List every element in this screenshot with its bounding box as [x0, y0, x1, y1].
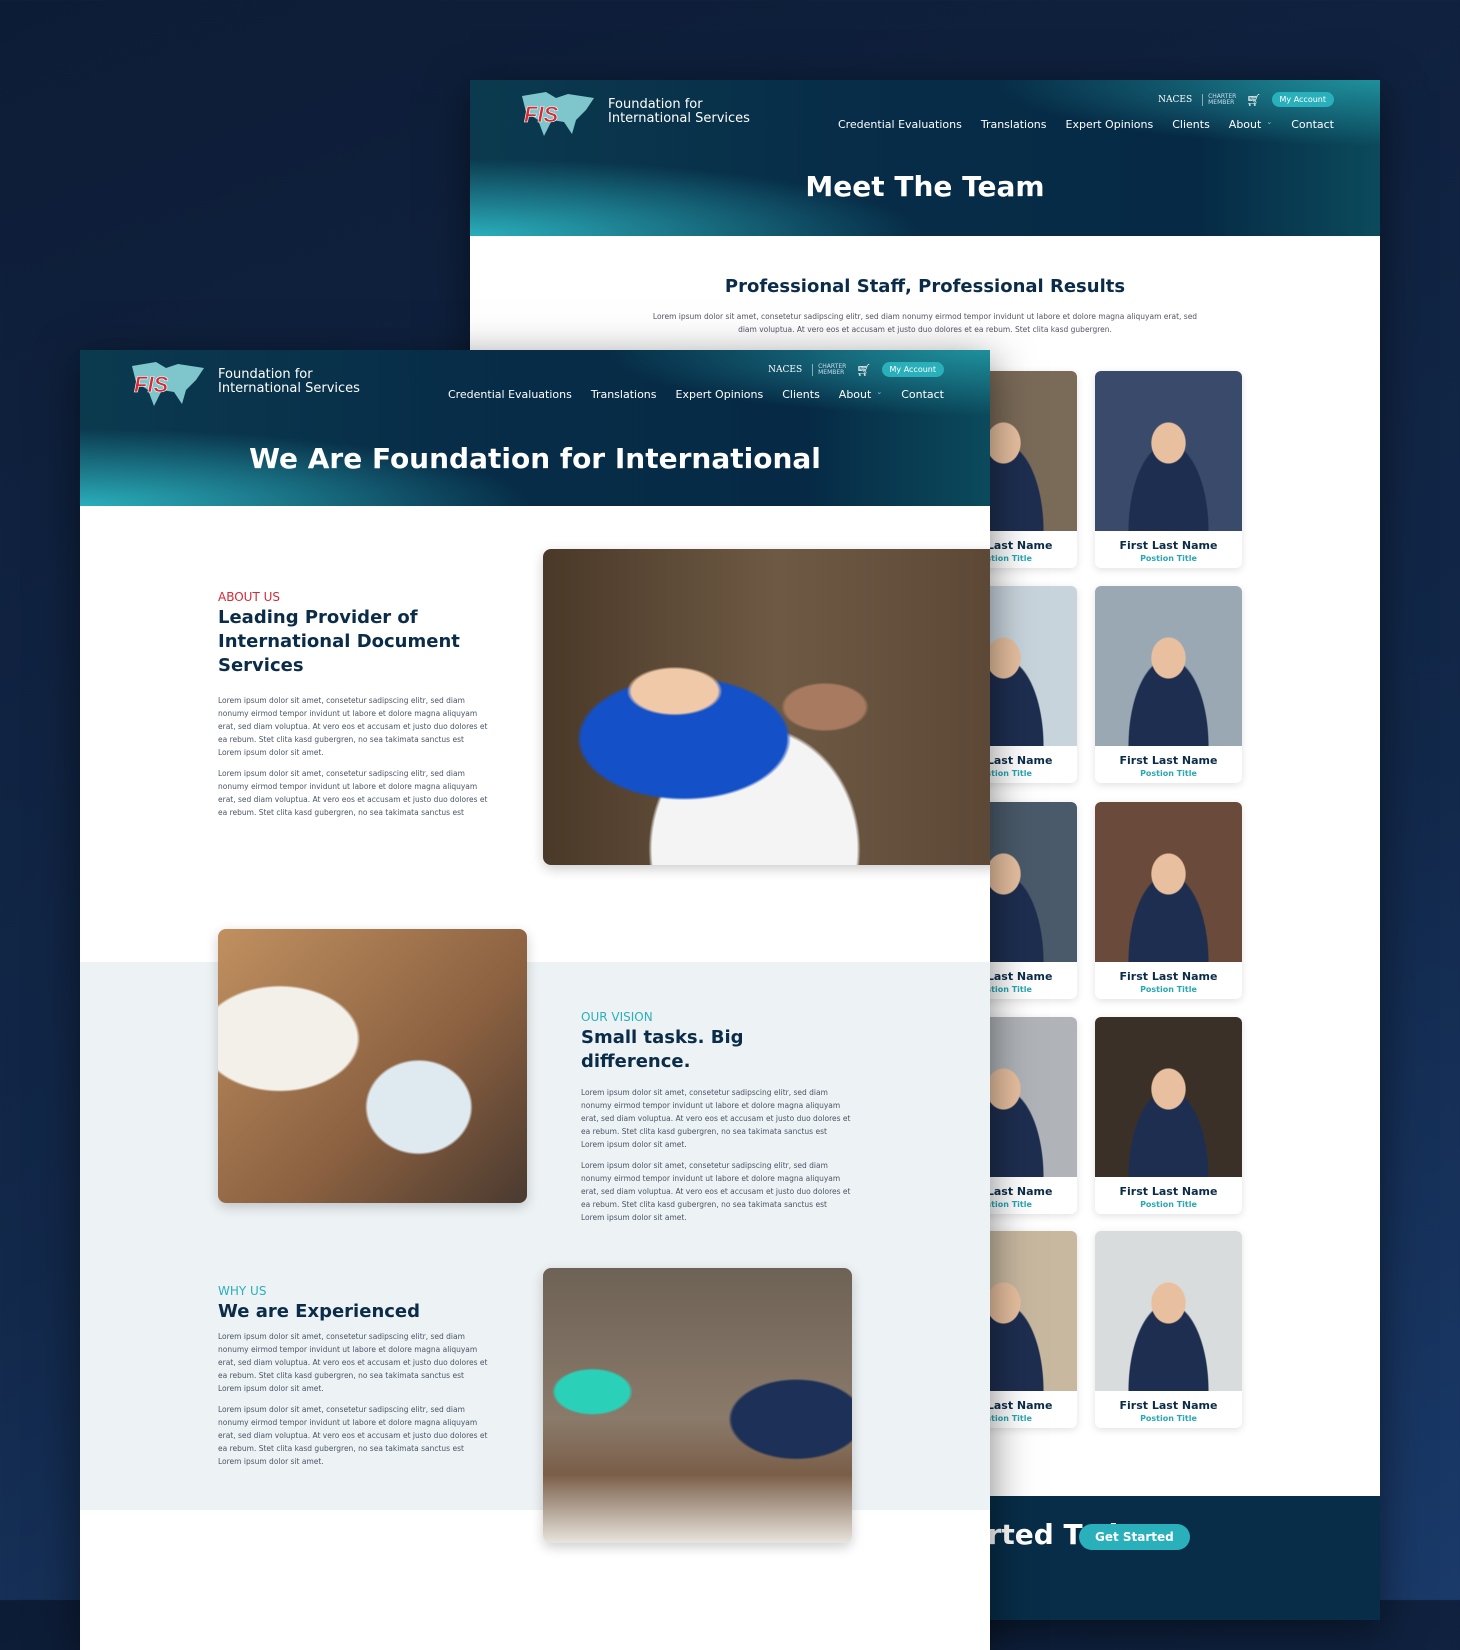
member-title: Postion Title — [1140, 985, 1197, 994]
charter-member-badge: CHARTER MEMBER — [812, 363, 846, 376]
chevron-down-icon: ⌄ — [876, 388, 883, 396]
team-member-card[interactable]: First Last Name Postion Title — [1095, 1231, 1242, 1428]
team-member-card[interactable]: First Last Name Postion Title — [1095, 1017, 1242, 1214]
nav-item[interactable]: Credential Evaluations — [838, 118, 962, 131]
svg-text:FIS: FIS — [134, 372, 169, 397]
naces-logo: NACES — [768, 364, 803, 375]
member-title: Postion Title — [1140, 769, 1197, 778]
nav-item[interactable]: Clients — [1172, 118, 1210, 131]
page-title: We Are Foundation for International — [249, 442, 821, 475]
chevron-down-icon: ⌄ — [1266, 118, 1273, 126]
get-started-button[interactable]: Get Started — [1079, 1524, 1190, 1550]
my-account-button[interactable]: My Account — [881, 362, 944, 377]
nav-item[interactable]: Contact — [1291, 118, 1334, 131]
team-member-card[interactable]: First Last Name Postion Title — [1095, 802, 1242, 999]
header: FIS Foundation for International Services… — [470, 80, 1380, 236]
member-name: First Last Name — [1119, 1185, 1218, 1198]
utility-bar: NACES CHARTER MEMBER 🛒︎ My Account — [1158, 92, 1334, 107]
paragraph: Lorem ipsum dolor sit amet, consetetur s… — [581, 1161, 851, 1222]
page-title: Meet The Team — [805, 170, 1045, 203]
about-page: FIS Foundation for International Services… — [80, 350, 990, 1650]
about-section: ABOUT US Leading Provider of Internation… — [218, 590, 488, 819]
member-name: First Last Name — [1119, 754, 1218, 767]
section-heading: Professional Staff, Professional Results — [724, 276, 1126, 297]
team-member-card[interactable]: First Last Name Postion Title — [1095, 586, 1242, 783]
member-name: First Last Name — [1119, 1399, 1218, 1412]
eyebrow: WHY US — [218, 1284, 267, 1298]
member-photo — [1095, 1231, 1242, 1391]
paragraph: Lorem ipsum dolor sit amet, consetetur s… — [218, 769, 488, 817]
team-member-card[interactable]: First Last Name Postion Title — [1095, 371, 1242, 568]
member-title: Postion Title — [1140, 1200, 1197, 1209]
member-name: First Last Name — [1119, 970, 1218, 983]
naces-logo: NACES — [1158, 94, 1193, 105]
nav-item[interactable]: About — [1229, 118, 1262, 131]
eyebrow: ABOUT US — [218, 590, 281, 604]
section-heading: We are Experienced — [218, 1301, 421, 1322]
main-nav: Credential Evaluations Translations Expert… — [838, 118, 1334, 131]
paragraph: Lorem ipsum dolor sit amet, consetetur s… — [581, 1088, 851, 1149]
member-title: Postion Title — [1140, 554, 1197, 563]
cart-icon[interactable]: 🛒︎ — [1246, 93, 1261, 107]
paragraph: Lorem ipsum dolor sit amet, consetetur s… — [218, 696, 488, 757]
vision-section: OUR VISION Small tasks. Big difference. … — [581, 1010, 851, 1224]
nav-item[interactable]: Translations — [591, 388, 657, 401]
svg-text:FIS: FIS — [524, 102, 559, 127]
cart-icon[interactable]: 🛒︎ — [856, 363, 871, 377]
section-intro: Lorem ipsum dolor sit amet, consetetur s… — [652, 312, 1198, 334]
header: FIS Foundation for International Services… — [80, 350, 990, 506]
member-photo — [1095, 586, 1242, 746]
member-photo — [1095, 1017, 1242, 1177]
utility-bar: NACES CHARTER MEMBER 🛒︎ My Account — [768, 362, 944, 377]
vision-photo — [218, 929, 527, 1203]
vision-band — [80, 962, 990, 1510]
member-name: First Last Name — [1119, 539, 1218, 552]
team-meeting-photo — [543, 1268, 852, 1543]
nav-item[interactable]: Expert Opinions — [676, 388, 764, 401]
nav-item[interactable]: Credential Evaluations — [448, 388, 572, 401]
paragraph: Lorem ipsum dolor sit amet, consetetur s… — [218, 1332, 488, 1393]
nav-item[interactable]: Contact — [901, 388, 944, 401]
member-photo — [1095, 802, 1242, 962]
section-heading: Leading Provider of International Docume… — [218, 607, 460, 676]
brand-name: Foundation for International Services — [608, 97, 750, 126]
nav-item[interactable]: Expert Opinions — [1066, 118, 1154, 131]
paragraph: Lorem ipsum dolor sit amet, consetetur s… — [218, 1405, 488, 1466]
fis-logo[interactable]: FIS — [126, 360, 208, 408]
about-photo — [543, 549, 990, 865]
my-account-button[interactable]: My Account — [1271, 92, 1334, 107]
charter-member-badge: CHARTER MEMBER — [1202, 93, 1236, 106]
nav-item[interactable]: Translations — [981, 118, 1047, 131]
brand-name: Foundation for International Services — [218, 367, 360, 396]
member-title: Postion Title — [1140, 1414, 1197, 1423]
why-us-section: WHY US We are Experienced Lorem ipsum do… — [218, 1284, 488, 1468]
section-heading: Small tasks. Big difference. — [581, 1027, 744, 1072]
nav-item[interactable]: About — [839, 388, 872, 401]
main-nav: Credential Evaluations Translations Expert… — [448, 388, 944, 401]
fis-logo[interactable]: FIS — [516, 90, 598, 138]
member-photo — [1095, 371, 1242, 531]
nav-item[interactable]: Clients — [782, 388, 820, 401]
eyebrow: OUR VISION — [581, 1010, 653, 1024]
